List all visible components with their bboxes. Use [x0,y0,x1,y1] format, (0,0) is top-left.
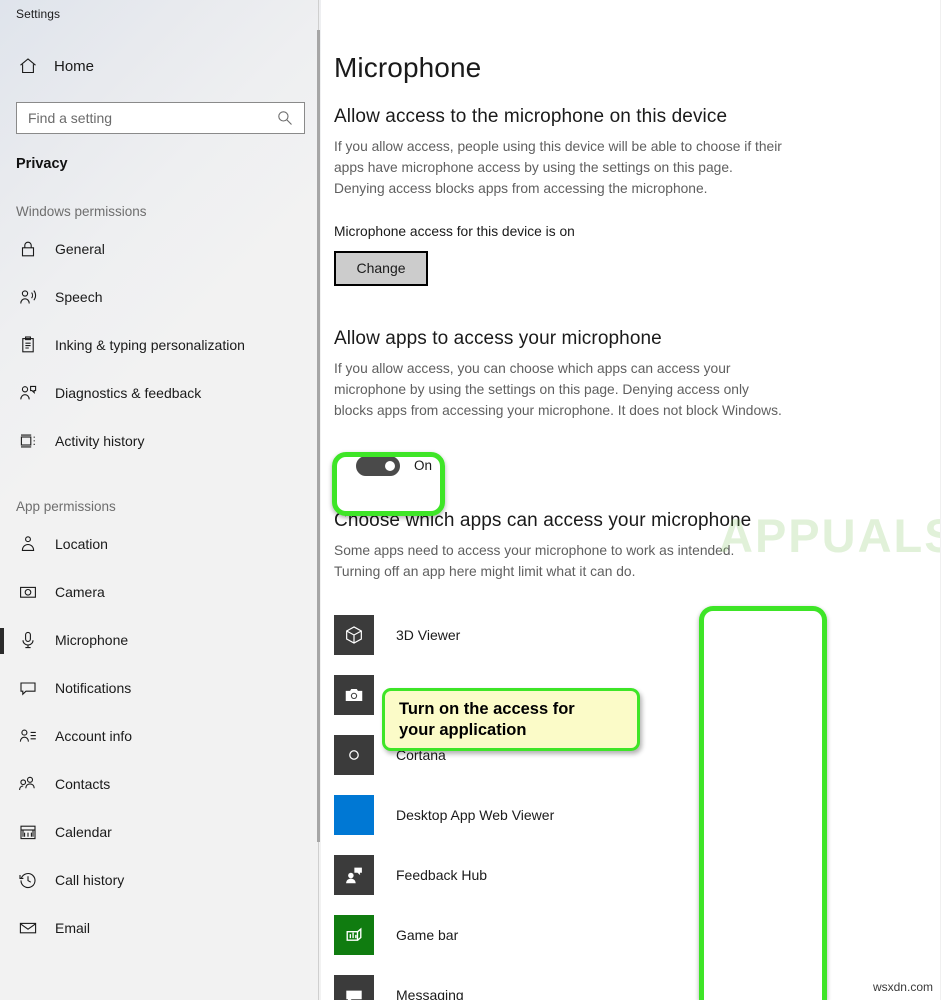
account-info-icon [18,726,38,746]
app-name: Game bar [396,926,459,943]
search-input[interactable] [16,102,305,134]
sidebar-item-label: Contacts [55,776,111,792]
cube-icon [334,614,374,655]
home-icon [18,56,38,76]
sidebar-item-label: Email [55,920,91,936]
app-name: Desktop App Web Viewer [396,806,555,823]
main-content: Microphone Allow access to the microphon… [321,0,941,1000]
sidebar-scrollbar-thumb[interactable] [317,30,320,842]
sidebar-item-label: Camera [55,584,105,600]
location-pin-icon [18,534,38,554]
change-button[interactable]: Change [334,250,428,286]
speech-bubble-icon [18,678,38,698]
clipboard-pen-icon [18,335,38,355]
sidebar-item-label: Account info [55,728,133,744]
sidebar-item-activity-history[interactable]: Activity history [0,417,321,465]
sidebar-item-call-history[interactable]: Call history [0,856,321,904]
sidebar-item-calendar[interactable]: Calendar [0,808,321,856]
sidebar-item-label: Diagnostics & feedback [55,385,202,401]
activity-history-icon [18,431,38,451]
toggle-switch-on[interactable] [356,455,400,476]
clock-history-icon [18,870,38,890]
app-name: 3D Viewer [396,626,461,643]
app-row[interactable]: Feedback Hub [334,845,941,905]
app-row[interactable]: Messaging [334,965,941,1000]
section-body-device-access: If you allow access, people using this d… [334,139,782,196]
app-row[interactable]: 3D Viewer [334,605,941,665]
section-heading-choose-apps: Choose which apps can access your microp… [334,509,752,531]
sidebar-item-label: Microphone [55,632,129,648]
envelope-icon [18,918,38,938]
speech-person-icon [18,287,38,307]
callout-line-2: your application [399,720,527,739]
window-title: Settings [16,7,61,21]
section-heading-device-access: Allow access to the microphone on this d… [334,106,728,127]
sidebar-item-label: Calendar [55,824,112,840]
game-bar-icon [334,914,374,955]
messaging-icon [334,974,374,1000]
sidebar-item-email[interactable]: Email [0,904,321,952]
sidebar-item-diagnostics-feedback[interactable]: Diagnostics & feedback [0,369,321,417]
section-body-choose-apps: Some apps need to access your microphone… [334,542,735,579]
sidebar-item-label: Speech [55,289,103,305]
home-label: Home [54,57,95,75]
section-heading-apps-access: Allow apps to access your microphone [334,327,662,349]
sidebar-item-general[interactable]: General [0,225,321,273]
app-name: Feedback Hub [396,866,488,883]
web-viewer-icon [334,794,374,835]
app-permission-list: 3D Viewer Camera Cortana [334,605,941,1000]
apps-access-toggle[interactable]: On [356,455,941,476]
sidebar-item-account-info[interactable]: Account info [0,712,321,760]
cortana-circle-icon [334,734,374,775]
sidebar-item-home[interactable]: Home [0,46,321,86]
sidebar-item-location[interactable]: Location [0,520,321,568]
section-body-apps-access: If you allow access, you can choose whic… [334,360,782,418]
app-row[interactable]: Desktop App Web Viewer [334,785,941,845]
sidebar-item-speech[interactable]: Speech [0,273,321,321]
app-row[interactable]: Game bar [334,905,941,965]
sidebar-item-label: Location [55,536,108,552]
sidebar-item-contacts[interactable]: Contacts [0,760,321,808]
sidebar-item-notifications[interactable]: Notifications [0,664,321,712]
microphone-icon [18,630,38,650]
page-title: Microphone [334,52,482,83]
person-feedback-icon [18,383,38,403]
app-name: Messaging [396,986,464,1000]
sidebar-group-heading-app-permissions: App permissions [16,499,116,514]
settings-window: Settings Home Privacy Windows permission… [0,0,941,1000]
sidebar-item-label: Notifications [55,680,132,696]
feedback-hub-icon [334,854,374,895]
camera-icon [334,674,374,715]
sidebar-item-label: General [55,241,105,257]
sidebar-item-label: Inking & typing personalization [55,337,245,353]
calendar-icon [18,822,38,842]
search-box[interactable] [16,102,305,134]
device-access-status: Microphone access for this device is on [334,223,575,239]
toggle-label: On [414,458,433,474]
contacts-icon [18,774,38,794]
sidebar-group-heading-windows-permissions: Windows permissions [16,204,147,219]
lock-icon [18,239,38,259]
sidebar-item-camera[interactable]: Camera [0,568,321,616]
sidebar-item-inking-typing-personalization[interactable]: Inking & typing personalization [0,321,321,369]
callout-line-1: Turn on the access for [399,700,575,718]
callout-annotation: Turn on the access for your application [382,688,640,751]
sidebar-category-title: Privacy [16,156,68,172]
sidebar: Settings Home Privacy Windows permission… [0,0,321,1000]
camera-icon [18,582,38,602]
site-watermark: wsxdn.com [872,980,933,994]
sidebar-item-microphone[interactable]: Microphone [0,616,321,664]
sidebar-item-label: Activity history [55,433,145,449]
sidebar-item-label: Call history [55,872,125,888]
